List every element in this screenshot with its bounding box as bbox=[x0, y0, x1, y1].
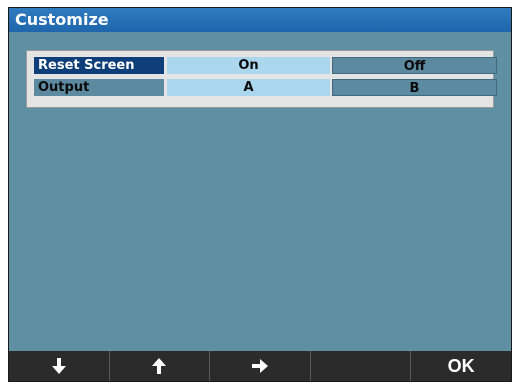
softkey-up-button[interactable] bbox=[109, 351, 211, 381]
softkey-bar: OK bbox=[9, 351, 511, 381]
setting-label-reset-screen: Reset Screen bbox=[34, 57, 164, 74]
softkey-ok-button[interactable]: OK bbox=[411, 351, 511, 381]
softkey-empty-button[interactable] bbox=[310, 351, 412, 381]
softkey-right-button[interactable] bbox=[210, 351, 311, 381]
setting-row-output[interactable]: Output A B bbox=[34, 79, 498, 96]
option-output-b[interactable]: B bbox=[332, 79, 497, 96]
device-screen: Customize Reset Screen On Off Output A B bbox=[8, 7, 512, 382]
arrow-right-icon bbox=[251, 359, 268, 373]
screen-title: Customize bbox=[9, 8, 511, 32]
setting-row-reset-screen[interactable]: Reset Screen On Off bbox=[34, 57, 498, 74]
settings-panel: Reset Screen On Off Output A B bbox=[26, 50, 497, 108]
option-output-a[interactable]: A bbox=[167, 79, 330, 96]
setting-label-output: Output bbox=[34, 79, 164, 96]
option-reset-screen-on[interactable]: On bbox=[167, 57, 330, 74]
ok-label: OK bbox=[447, 355, 475, 376]
softkey-down-button[interactable] bbox=[9, 351, 110, 381]
arrow-down-icon bbox=[51, 358, 66, 374]
arrow-up-icon bbox=[152, 358, 167, 374]
option-reset-screen-off[interactable]: Off bbox=[332, 57, 497, 74]
